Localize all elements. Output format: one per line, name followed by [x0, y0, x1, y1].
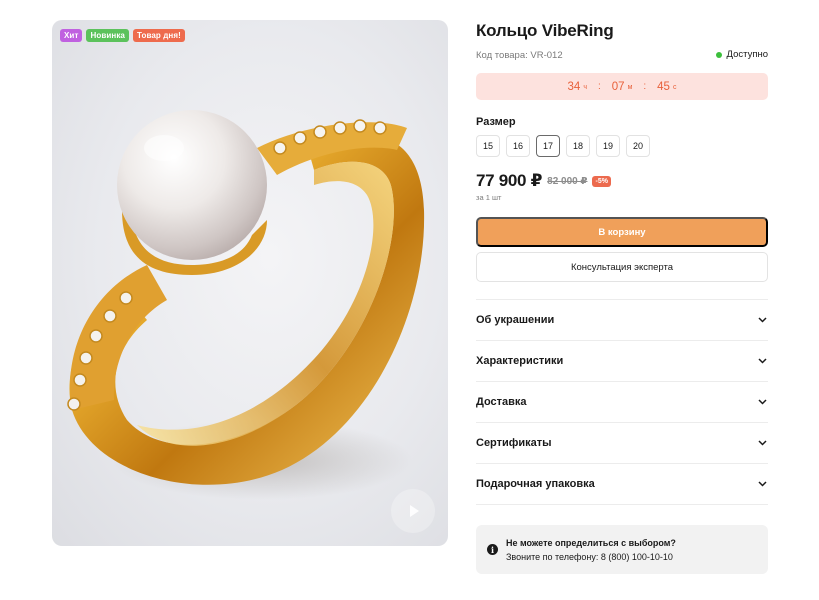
badge-hit: Хит [60, 29, 83, 42]
add-to-cart-button[interactable]: В корзину [476, 217, 768, 247]
chevron-down-icon [757, 315, 767, 325]
accordion-gift-wrap[interactable]: Подарочная упаковка [476, 464, 768, 505]
chevron-down-icon [757, 479, 767, 489]
price-row: 77 900 ₽ 82 000 ₽ -5% [476, 171, 611, 191]
accordion-about[interactable]: Об украшении [476, 300, 768, 341]
size-option-18[interactable]: 18 [566, 135, 590, 157]
help-banner: i Не можете определиться с выбором? Звон… [476, 525, 768, 574]
help-text: Не можете определиться с выбором? Звонит… [506, 536, 676, 564]
product-sku: Код товара: VR-012 [476, 50, 563, 61]
accordion-delivery[interactable]: Доставка [476, 382, 768, 423]
price-per-unit: за 1 шт [476, 193, 502, 202]
size-label: Размер [476, 116, 516, 128]
timer-minutes-unit: м [627, 84, 633, 91]
product-gallery[interactable]: Хит Новинка Товар дня! [52, 20, 448, 546]
info-icon: i [487, 544, 498, 555]
accordion-specs[interactable]: Характеристики [476, 341, 768, 382]
accordion-label: Об украшении [476, 314, 555, 326]
details-accordion: Об украшении Характеристики Доставка Сер… [476, 299, 768, 505]
timer-separator: : [643, 81, 647, 92]
expert-consultation-button[interactable]: Консультация эксперта [476, 252, 768, 282]
current-price: 77 900 ₽ [476, 171, 543, 190]
timer-seconds-unit: с [672, 84, 677, 91]
play-icon [410, 505, 419, 517]
timer-seconds: 45 [657, 80, 670, 93]
size-option-15[interactable]: 15 [476, 135, 500, 157]
badge-deal-of-day: Товар дня! [132, 29, 185, 42]
accordion-label: Подарочная упаковка [476, 478, 595, 490]
size-selector: 15 16 17 18 19 20 [476, 135, 650, 157]
help-question: Не можете определиться с выбором? [506, 537, 676, 548]
chevron-down-icon [757, 397, 767, 407]
badge-list: Хит Новинка Товар дня! [60, 29, 185, 42]
badge-new: Новинка [86, 29, 129, 42]
timer-hours-unit: ч [583, 84, 587, 91]
discount-badge: -5% [592, 175, 611, 187]
availability-dot-icon [715, 51, 722, 58]
availability-label: Доступно [726, 49, 768, 60]
chevron-down-icon [757, 438, 767, 448]
help-phone[interactable]: Звоните по телефону: 8 (800) 100-10-10 [506, 550, 676, 564]
size-option-17[interactable]: 17 [536, 135, 560, 157]
accordion-label: Сертификаты [476, 437, 552, 449]
countdown-timer: 34 ч : 07 м : 45 с [476, 73, 768, 100]
play-video-button[interactable] [391, 489, 435, 533]
availability-status: Доступно [715, 49, 768, 60]
timer-minutes: 07 [611, 80, 625, 93]
product-title: Кольцо VibeRing [476, 21, 614, 40]
timer-hours: 34 [567, 80, 581, 93]
chevron-down-icon [757, 356, 767, 366]
size-option-20[interactable]: 20 [626, 135, 650, 157]
size-option-16[interactable]: 16 [506, 135, 530, 157]
accordion-label: Характеристики [476, 355, 564, 367]
product-image [67, 110, 425, 500]
accordion-certificates[interactable]: Сертификаты [476, 423, 768, 464]
old-price: 82 000 ₽ [547, 175, 588, 187]
accordion-label: Доставка [476, 396, 527, 408]
size-option-19[interactable]: 19 [596, 135, 620, 157]
timer-separator: : [597, 81, 601, 92]
